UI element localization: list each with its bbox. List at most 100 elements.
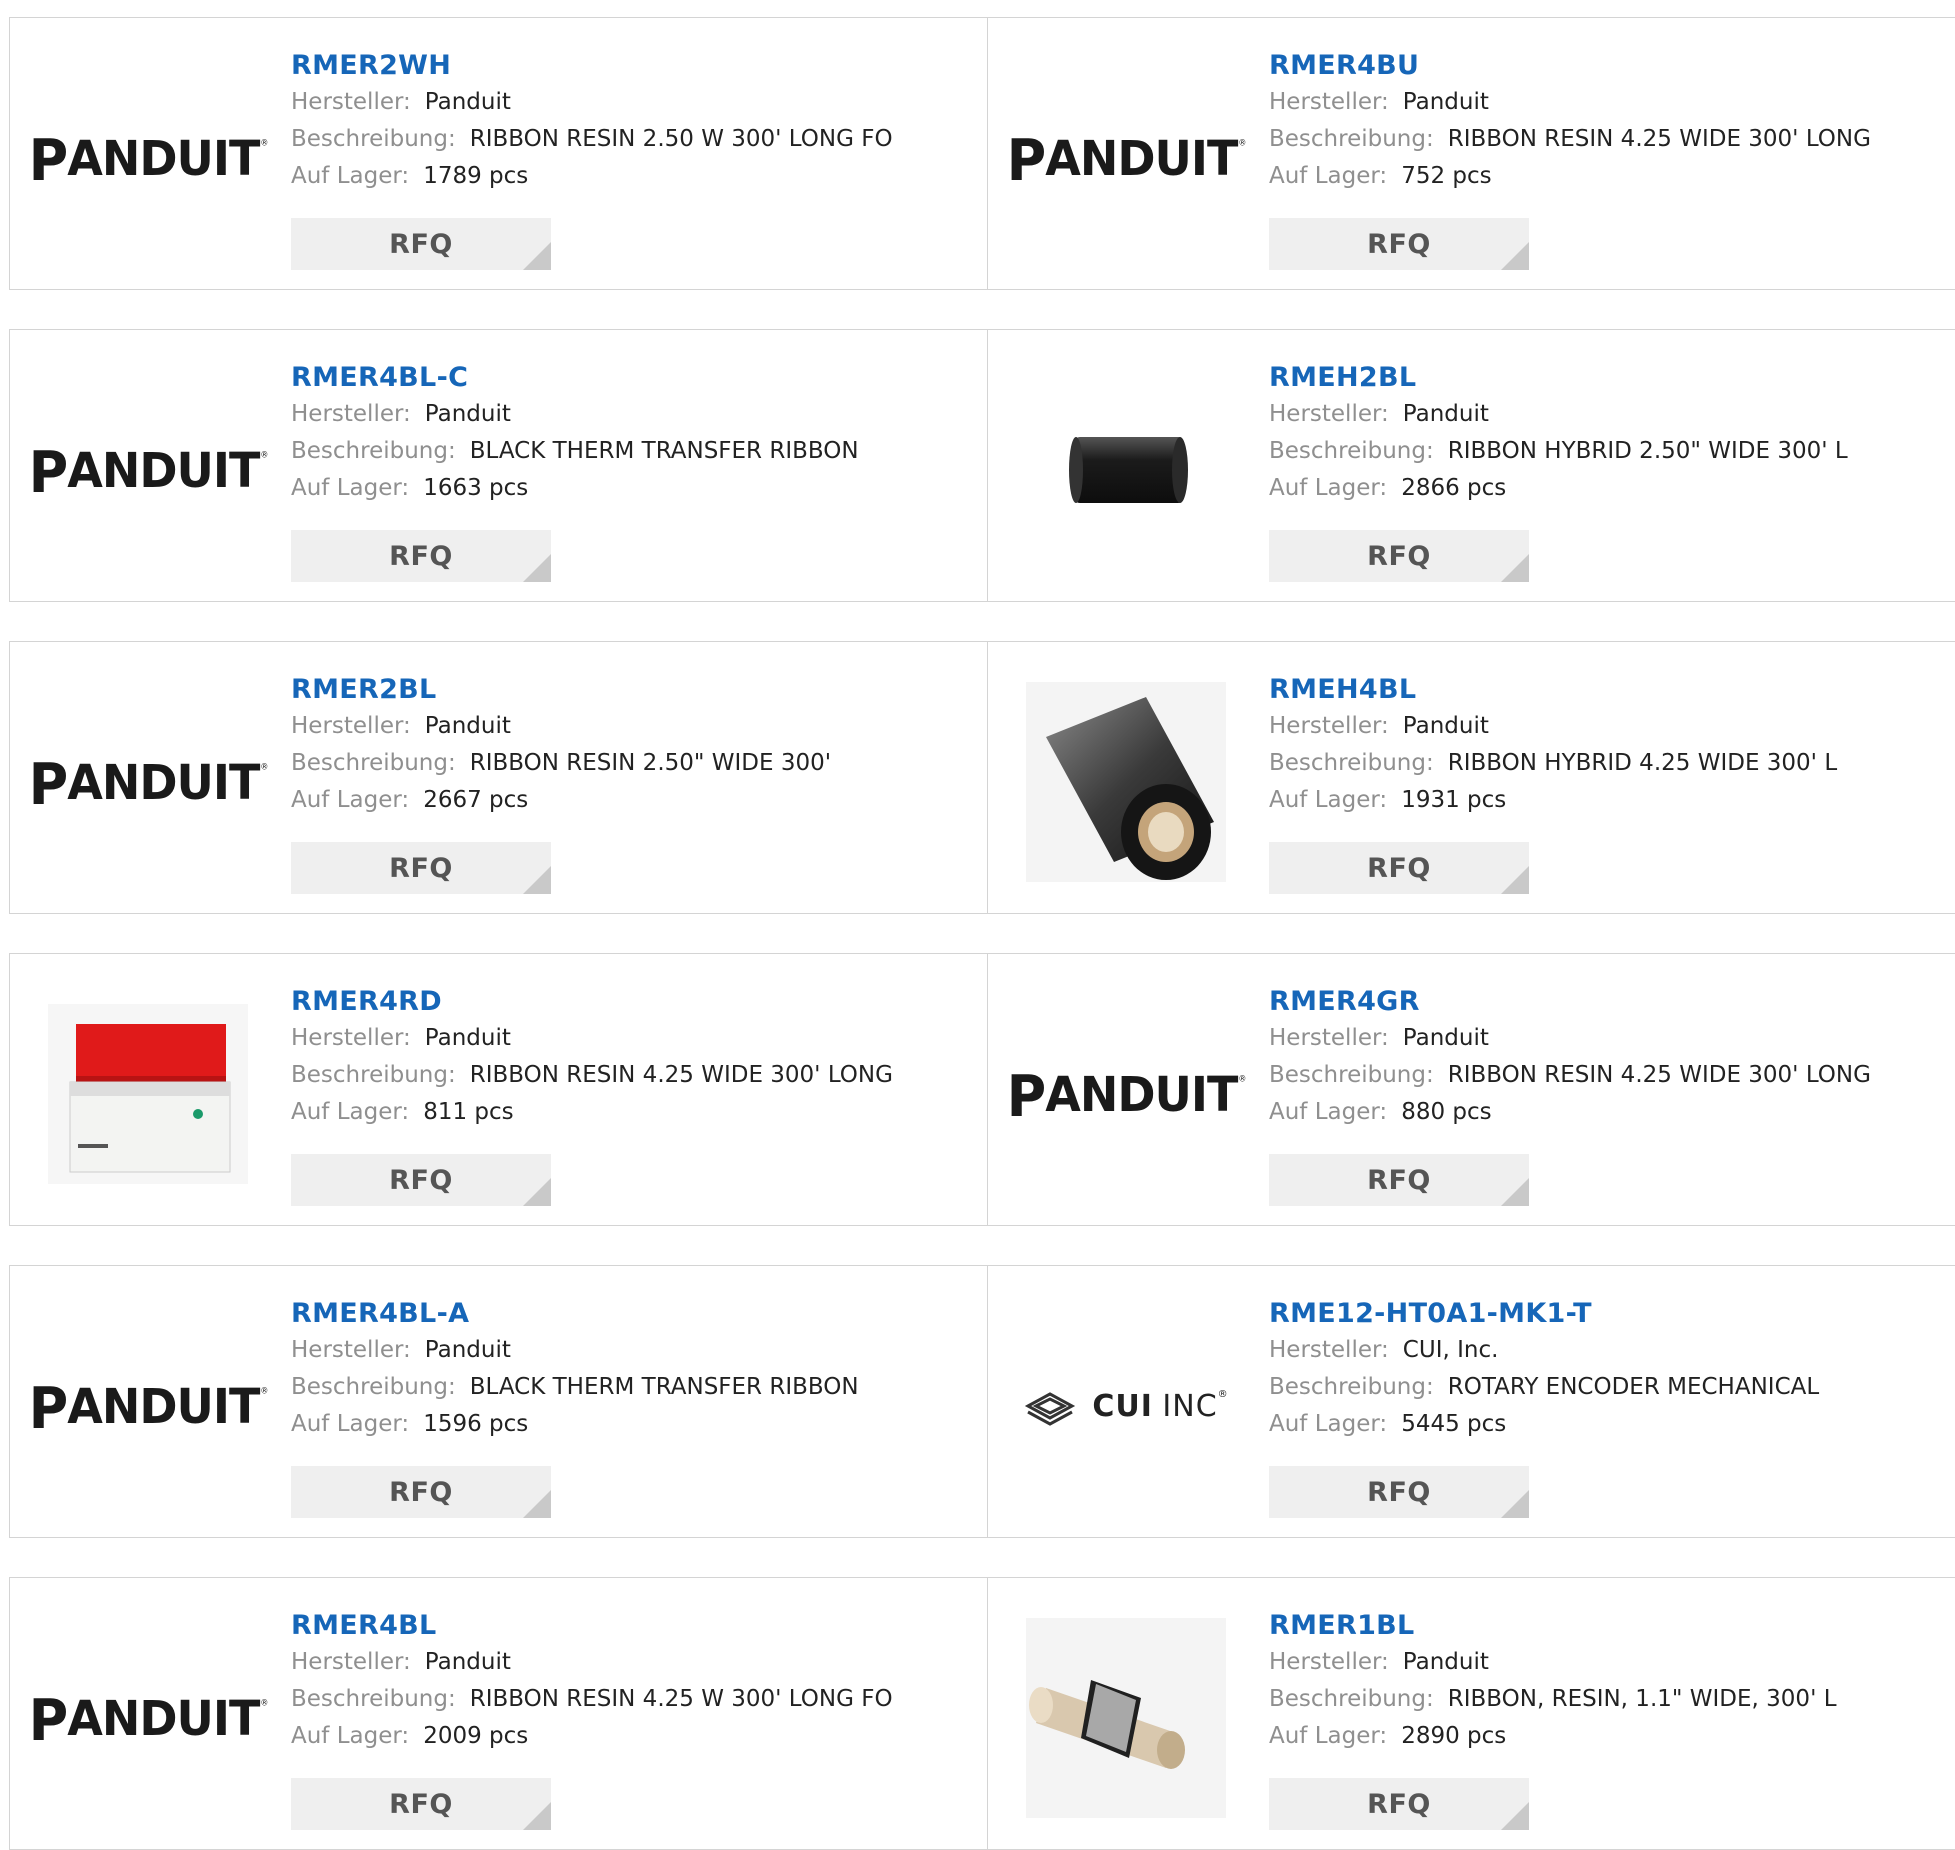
rfq-label: RFQ [389,228,453,260]
stock-value: 752 pcs [1401,163,1492,189]
description-value: RIBBON HYBRID 2.50" WIDE 300' L [1447,438,1848,464]
stock-value: 1663 pcs [423,475,529,501]
corner-triangle-icon [1501,1802,1529,1830]
rfq-button[interactable]: RFQ [291,1778,551,1830]
product-row: P ANDUIT ® RMER4BL-C Hersteller: Panduit Be… [9,329,1955,602]
corner-triangle-icon [1501,1490,1529,1518]
corner-triangle-icon [523,866,551,894]
product-info: RMER1BL Hersteller: Panduit Beschreibung:… [1269,1608,1955,1755]
product-image[interactable]: P ANDUIT ® [29,1306,269,1506]
product-image[interactable] [1026,682,1226,882]
manufacturer-value: Panduit [424,89,511,115]
product-image[interactable]: P ANDUIT ® [29,370,269,570]
manufacturer-value: CUI, Inc. [1402,1337,1499,1363]
part-number-link[interactable]: RMER2BL [291,672,977,708]
part-number-link[interactable]: RMER4BU [1269,48,1955,84]
rfq-label: RFQ [389,1788,453,1820]
cui-logo: CUI INC® [1024,1386,1228,1426]
description-line: Beschreibung: BLACK THERM TRANSFER RIBBON [291,433,977,470]
description-value: RIBBON RESIN 4.25 WIDE 300' LONG [1447,1062,1871,1088]
corner-triangle-icon [523,242,551,270]
part-number-link[interactable]: RMEH2BL [1269,360,1955,396]
manufacturer-value: Panduit [424,713,511,739]
panduit-logo: P ANDUIT ® [1006,1063,1247,1130]
description-line: Beschreibung: RIBBON RESIN 2.50" WIDE 300… [291,745,977,782]
corner-triangle-icon [523,1178,551,1206]
rfq-button[interactable]: RFQ [1269,218,1529,270]
description-label: Beschreibung: [291,438,456,464]
part-number-link[interactable]: RMER4BL-C [291,360,977,396]
product-image[interactable] [1026,370,1226,570]
rfq-button[interactable]: RFQ [291,1466,551,1518]
product-image[interactable]: P ANDUIT ® [29,682,269,882]
part-number-link[interactable]: RMER4RD [291,984,977,1020]
product-card: RMEH4BL Hersteller: Panduit Beschreibung:… [988,642,1955,913]
rfq-button[interactable]: RFQ [1269,530,1529,582]
description-label: Beschreibung: [1269,438,1434,464]
panduit-logo: P ANDUIT ® [28,127,269,194]
red-ribbon-box-image [48,1004,248,1184]
product-image[interactable]: P ANDUIT ® [29,1618,269,1818]
product-row: P ANDUIT ® RMER4BL-A Hersteller: Panduit Be… [9,1265,1955,1538]
part-number-link[interactable]: RMER1BL [1269,1608,1955,1644]
description-label: Beschreibung: [291,126,456,152]
product-image[interactable]: P ANDUIT ® [29,58,269,258]
manufacturer-label: Hersteller: [1269,1025,1389,1051]
description-line: Beschreibung: RIBBON RESIN 4.25 W 300' LO… [291,1681,977,1718]
cui-mark-icon [1025,1392,1076,1426]
product-row: P ANDUIT ® RMER2BL Hersteller: Panduit Besc… [9,641,1955,914]
description-line: Beschreibung: ROTARY ENCODER MECHANICAL [1269,1369,1955,1406]
stock-value: 1931 pcs [1401,787,1507,813]
rfq-button[interactable]: RFQ [1269,842,1529,894]
product-card: P ANDUIT ® RMER2WH Hersteller: Panduit Besc… [10,18,987,289]
rfq-button[interactable]: RFQ [1269,1778,1529,1830]
manufacturer-label: Hersteller: [291,401,411,427]
part-number-link[interactable]: RMEH4BL [1269,672,1955,708]
manufacturer-line: Hersteller: Panduit [1269,1020,1955,1057]
description-value: RIBBON RESIN 4.25 WIDE 300' LONG [1447,126,1871,152]
stock-line: Auf Lager: 1596 pcs [291,1406,977,1443]
manufacturer-value: Panduit [1402,1649,1489,1675]
part-number-link[interactable]: RMER4BL-A [291,1296,977,1332]
product-image[interactable]: P ANDUIT ® [1007,58,1247,258]
stock-label: Auf Lager: [1269,475,1388,501]
stock-line: Auf Lager: 811 pcs [291,1094,977,1131]
product-info: RMER4GR Hersteller: Panduit Beschreibung:… [1269,984,1955,1131]
stock-line: Auf Lager: 2890 pcs [1269,1718,1955,1755]
panduit-logo: P ANDUIT ® [28,751,269,818]
product-image[interactable] [48,994,248,1194]
manufacturer-value: Panduit [1402,401,1489,427]
rfq-button[interactable]: RFQ [1269,1154,1529,1206]
rfq-button[interactable]: RFQ [291,218,551,270]
stock-line: Auf Lager: 1789 pcs [291,158,977,195]
manufacturer-value: Panduit [1402,89,1489,115]
manufacturer-line: Hersteller: Panduit [291,1332,977,1369]
description-value: ROTARY ENCODER MECHANICAL [1447,1374,1820,1400]
manufacturer-line: Hersteller: Panduit [291,1644,977,1681]
part-number-link[interactable]: RMER2WH [291,48,977,84]
part-number-link[interactable]: RMER4GR [1269,984,1955,1020]
manufacturer-label: Hersteller: [291,89,411,115]
corner-triangle-icon [1501,242,1529,270]
product-image[interactable]: P ANDUIT ® [1007,994,1247,1194]
manufacturer-value: Panduit [424,1649,511,1675]
stock-value: 2667 pcs [423,787,529,813]
manufacturer-label: Hersteller: [291,1337,411,1363]
product-image[interactable]: CUI INC® [1024,1306,1228,1506]
manufacturer-label: Hersteller: [1269,401,1389,427]
description-line: Beschreibung: RIBBON RESIN 4.25 WIDE 300'… [1269,1057,1955,1094]
description-label: Beschreibung: [1269,1062,1434,1088]
part-number-link[interactable]: RME12-HT0A1-MK1-T [1269,1296,1955,1332]
rfq-button[interactable]: RFQ [291,1154,551,1206]
part-number-link[interactable]: RMER4BL [291,1608,977,1644]
manufacturer-line: Hersteller: Panduit [291,84,977,121]
stock-line: Auf Lager: 5445 pcs [1269,1406,1955,1443]
product-image[interactable] [1026,1618,1226,1818]
rfq-button[interactable]: RFQ [1269,1466,1529,1518]
rfq-button[interactable]: RFQ [291,842,551,894]
stock-value: 811 pcs [423,1099,514,1125]
rfq-button[interactable]: RFQ [291,530,551,582]
description-label: Beschreibung: [1269,126,1434,152]
product-card: P ANDUIT ® RMER4GR Hersteller: Panduit Besc… [988,954,1955,1225]
stock-line: Auf Lager: 2866 pcs [1269,470,1955,507]
